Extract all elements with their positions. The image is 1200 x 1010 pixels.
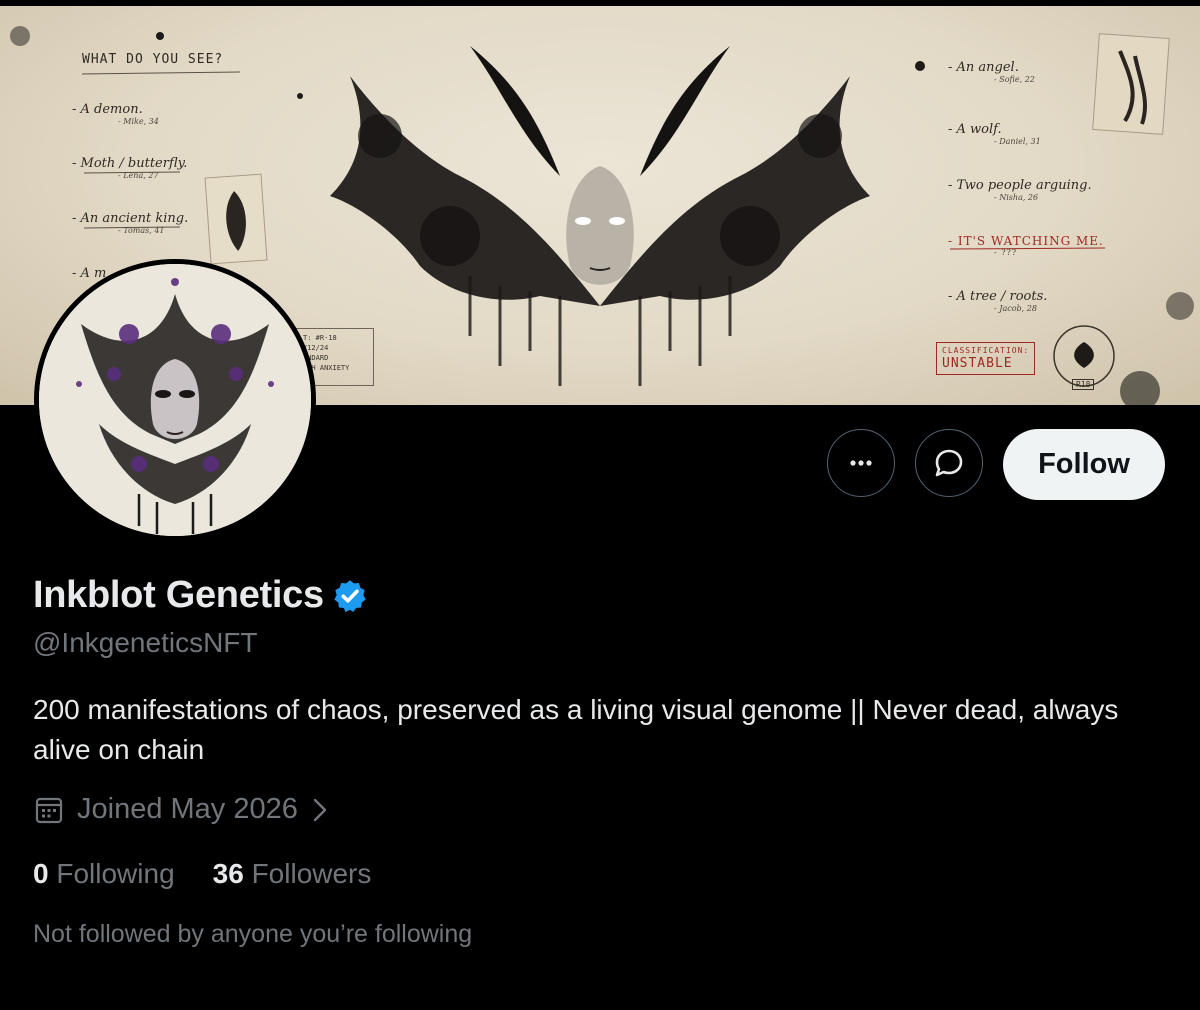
banner-answer: - An angel. - Sofie, 22: [948, 60, 1035, 84]
followers-link[interactable]: 36 Followers: [213, 858, 372, 890]
follow-stats: 0 Following 36 Followers: [33, 858, 371, 890]
following-link[interactable]: 0 Following: [33, 858, 175, 890]
profile-name: Inkblot Genetics: [33, 574, 324, 616]
banner-answer: - A wolf. - Daniel, 31: [948, 122, 1041, 146]
profile-name-row: Inkblot Genetics: [33, 574, 368, 617]
banner-answer-warning: - IT'S WATCHING ME. - ???: [948, 234, 1104, 257]
verified-badge-icon[interactable]: [332, 578, 368, 614]
banner-answer: - A demon. - Mike, 34: [72, 102, 159, 126]
classification-stamp: CLASSIFICATION: UNSTABLE: [936, 342, 1036, 376]
profile-avatar[interactable]: [34, 259, 316, 541]
banner-answer: - A tree / roots. - Jacob, 28: [948, 289, 1048, 313]
more-options-button[interactable]: [827, 429, 895, 497]
banner-question: WHAT DO YOU SEE?: [82, 52, 224, 67]
banner-answer: - Two people arguing. - Nisha, 26: [948, 178, 1092, 202]
followers-label: Followers: [251, 858, 372, 889]
avatar-inkblot-image: [39, 264, 311, 536]
follow-button[interactable]: Follow: [1003, 429, 1165, 500]
following-label: Following: [56, 858, 175, 889]
mutual-followers-note: Not followed by anyone you’re following: [33, 920, 473, 948]
chevron-right-icon: [313, 798, 327, 821]
joined-date[interactable]: Joined May 2026: [33, 793, 330, 826]
message-bubble-icon: [935, 449, 963, 477]
profile-handle: @InkgeneticsNFT: [33, 627, 258, 658]
message-button[interactable]: [915, 429, 983, 497]
banner-answer: - An ancient king. - Tomas, 41: [72, 211, 189, 235]
calendar-icon: [35, 797, 63, 823]
more-horizontal-icon: [850, 460, 872, 466]
joined-label: Joined May 2026: [77, 793, 298, 825]
profile-bio: 200 manifestations of chaos, preserved a…: [33, 694, 1119, 765]
following-count: 0: [33, 858, 49, 889]
followers-count: 36: [212, 858, 244, 889]
banner-answer: - Moth / butterfly. - Lena, 27: [72, 156, 188, 180]
r18-seal-label: R18: [1072, 379, 1095, 390]
